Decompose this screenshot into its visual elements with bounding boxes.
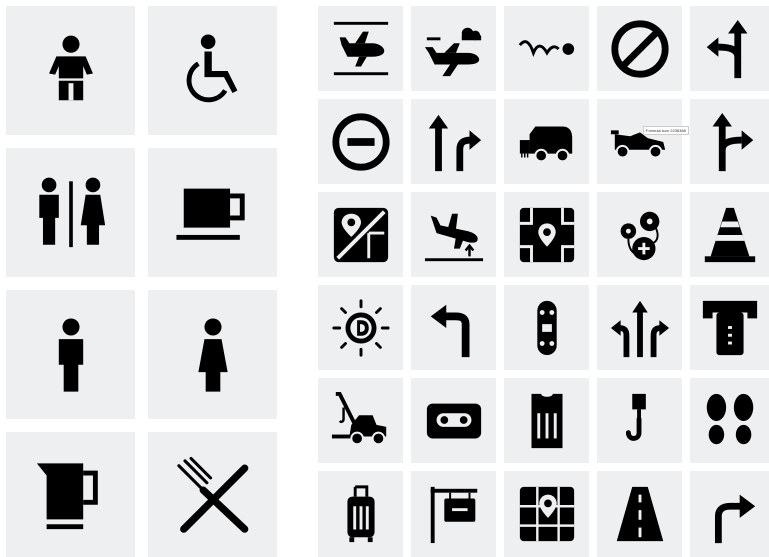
- tile-bouncing-ball[interactable]: [504, 6, 589, 91]
- water-pitcher-icon: [36, 462, 98, 529]
- tile-footprints[interactable]: [690, 378, 769, 463]
- tile-restroom[interactable]: [6, 148, 135, 277]
- do-not-enter-icon: [331, 112, 390, 171]
- tile-fork-right[interactable]: [690, 99, 769, 184]
- tile-water-pitcher[interactable]: [6, 432, 135, 557]
- women-restroom-icon: [197, 317, 228, 392]
- tile-race-car[interactable]: Formula icon 2236388: [597, 99, 689, 184]
- tile-restaurant[interactable]: [148, 432, 277, 557]
- tile-ticket[interactable]: [504, 378, 589, 463]
- baby-changing-icon: [48, 35, 93, 100]
- restaurant-icon: [176, 456, 248, 533]
- three-way-arrows-icon: [610, 300, 669, 357]
- tile-tow-truck[interactable]: [318, 378, 403, 463]
- traffic-cone-icon: [704, 207, 755, 262]
- film-reels-icon: [620, 211, 659, 260]
- tile-sun-dial[interactable]: [318, 285, 403, 370]
- footprints-icon: [706, 393, 753, 444]
- ticket-icon: [531, 393, 562, 448]
- tile-traffic-cone[interactable]: [690, 192, 769, 277]
- no-entry-prohibited-icon: [610, 19, 669, 78]
- tile-treasure-map[interactable]: [504, 192, 589, 277]
- tile-crane-hook[interactable]: [597, 378, 682, 463]
- tile-city-map-pin[interactable]: [504, 471, 589, 557]
- tile-do-not-enter[interactable]: [318, 99, 403, 184]
- tile-cassette-tape[interactable]: [411, 378, 496, 463]
- tile-film-reels[interactable]: [597, 192, 682, 277]
- city-map-pin-icon: [519, 486, 574, 542]
- tile-luggage[interactable]: [318, 471, 403, 557]
- luggage-icon: [346, 485, 375, 543]
- tile-no-entry[interactable]: [597, 6, 682, 91]
- tile-street-sweeper[interactable]: [504, 99, 589, 184]
- crane-hook-icon: [625, 393, 646, 441]
- fork-left-arrow-icon: [706, 19, 747, 78]
- sun-dial-icon: [331, 298, 390, 357]
- tile-men-restroom[interactable]: [6, 290, 135, 419]
- race-car-icon: [610, 129, 665, 158]
- tile-airplane-landing[interactable]: [318, 6, 403, 91]
- cassette-tape-icon: [426, 403, 481, 438]
- tile-skateboard[interactable]: [504, 285, 589, 370]
- airplane-landing-icon: [333, 21, 388, 75]
- tile-atm-card-slot[interactable]: [690, 285, 769, 370]
- tow-truck-icon: [331, 391, 386, 445]
- men-restroom-icon: [58, 317, 83, 392]
- atm-card-slot-icon: [702, 300, 757, 355]
- tile-straight-or-right[interactable]: [411, 99, 496, 184]
- coffee-cup-icon: [175, 188, 245, 240]
- tile-hanging-sign[interactable]: [411, 471, 496, 557]
- tile-baby-changing[interactable]: [6, 6, 135, 135]
- tile-map-pin[interactable]: [318, 192, 403, 277]
- road-icon: [616, 486, 663, 542]
- hanging-sign-icon: [430, 486, 477, 544]
- wheelchair-accessible-icon: [186, 33, 237, 102]
- treasure-map-icon: [519, 207, 574, 262]
- fork-right-arrow-icon: [712, 112, 753, 171]
- tile-turn-right[interactable]: [690, 471, 769, 557]
- street-sweeper-icon: [519, 126, 572, 162]
- tile-airplane-clouds[interactable]: [411, 6, 496, 91]
- restroom-icon: [38, 177, 105, 247]
- tile-wheelchair[interactable]: [148, 6, 277, 135]
- airplane-clouds-icon: [424, 27, 481, 76]
- tooltip: Formula icon 2236388: [643, 126, 689, 135]
- skateboard-icon: [536, 300, 557, 355]
- turn-left-arrow-icon: [430, 304, 469, 357]
- tile-road[interactable]: [597, 471, 682, 557]
- tile-coffee-cup[interactable]: [148, 148, 277, 277]
- tile-women-restroom[interactable]: [148, 290, 277, 419]
- straight-or-right-arrow-icon: [428, 114, 481, 171]
- airplane-takeoff-icon: [424, 213, 483, 261]
- tile-turn-left[interactable]: [411, 285, 496, 370]
- turn-right-arrow-icon: [714, 494, 755, 544]
- bouncing-ball-icon: [518, 39, 574, 57]
- tile-fork-left[interactable]: [690, 6, 769, 91]
- tile-three-way-arrows[interactable]: [597, 285, 682, 370]
- tile-airplane-takeoff[interactable]: [411, 192, 496, 277]
- map-pin-icon: [333, 207, 388, 262]
